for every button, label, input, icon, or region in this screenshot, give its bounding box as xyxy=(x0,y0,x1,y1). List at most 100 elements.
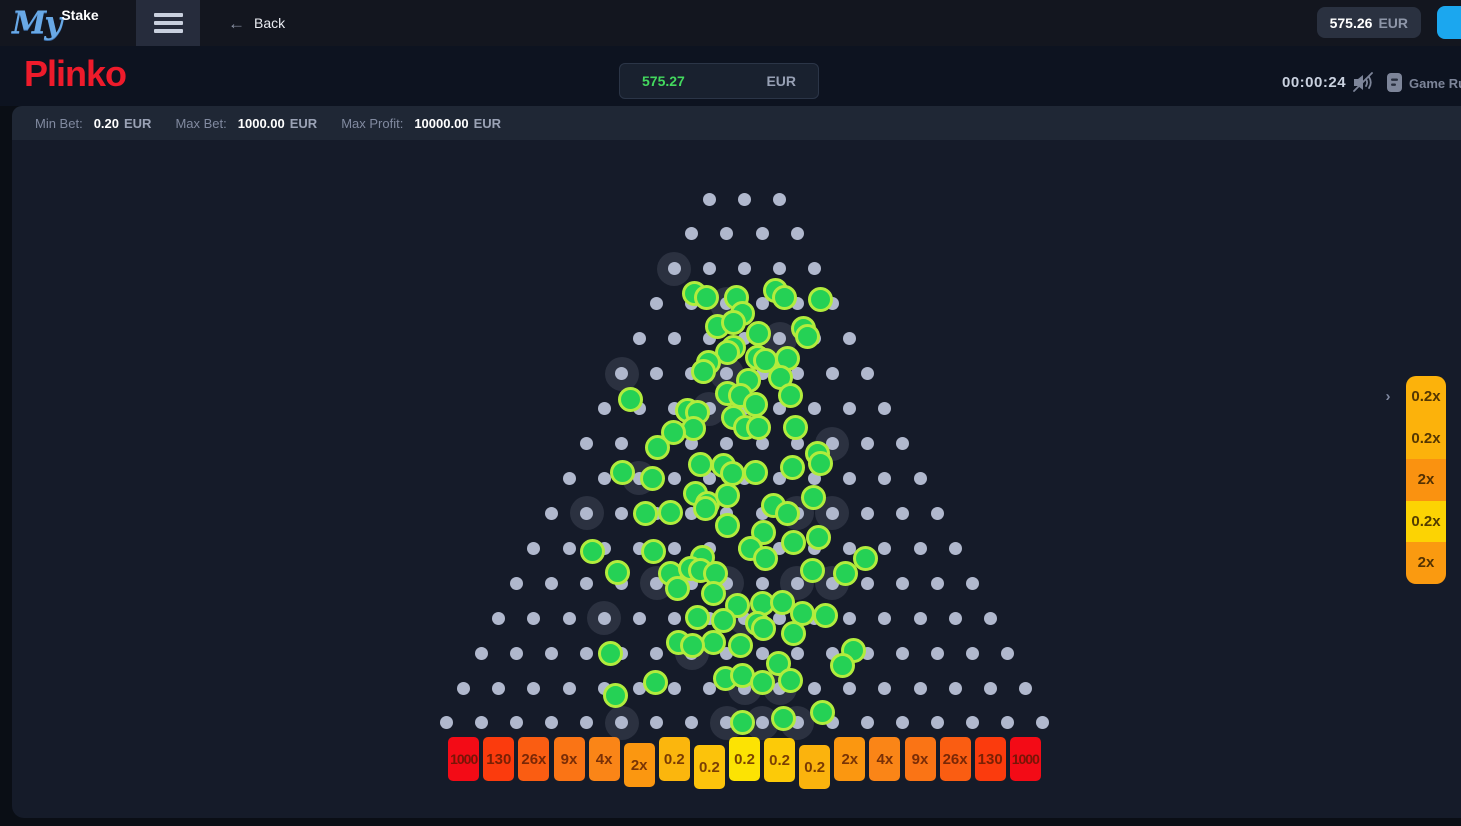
peg xyxy=(633,332,646,345)
deposit-button[interactable] xyxy=(1437,6,1461,39)
peg xyxy=(668,542,681,555)
peg xyxy=(475,716,488,729)
peg xyxy=(1036,716,1049,729)
plinko-ball xyxy=(775,501,800,526)
peg xyxy=(545,507,558,520)
peg xyxy=(878,402,891,415)
multiplier-slot: 4x xyxy=(589,737,620,781)
peg xyxy=(703,262,716,275)
peg xyxy=(966,577,979,590)
plinko-ball xyxy=(778,668,803,693)
peg xyxy=(580,437,593,450)
mystake-logo[interactable]: My Stake xyxy=(12,0,99,46)
peg xyxy=(791,647,804,660)
plinko-ball xyxy=(658,500,683,525)
hamburger-icon xyxy=(154,13,183,17)
peg xyxy=(843,332,856,345)
plinko-ball xyxy=(801,485,826,510)
peg xyxy=(1001,716,1014,729)
multiplier-slot: 9x xyxy=(905,737,936,781)
peg xyxy=(598,612,611,625)
plinko-ball xyxy=(746,321,771,346)
plinko-ball xyxy=(640,466,665,491)
plinko-ball xyxy=(693,496,718,521)
plinko-ball xyxy=(808,451,833,476)
min-bet-currency: EUR xyxy=(124,116,151,131)
logo-my-text: My xyxy=(12,8,60,39)
top-navbar: My Stake ← Back 575.26 EUR xyxy=(0,0,1461,46)
sound-muted-icon[interactable] xyxy=(1352,72,1378,98)
peg xyxy=(843,682,856,695)
peg xyxy=(457,682,470,695)
peg xyxy=(1001,647,1014,660)
max-profit-label: Max Profit: xyxy=(341,116,403,131)
back-button[interactable]: ← Back xyxy=(228,0,285,46)
peg xyxy=(668,612,681,625)
game-balance: 575.27 EUR xyxy=(619,63,819,99)
peg xyxy=(966,716,979,729)
peg xyxy=(510,577,523,590)
wallet-balance-amount: 575.26 xyxy=(1330,15,1373,31)
peg xyxy=(440,716,453,729)
multiplier-slot: 1000 xyxy=(1010,737,1041,781)
peg xyxy=(949,612,962,625)
peg xyxy=(861,507,874,520)
game-rules-link[interactable]: Game Ru xyxy=(1409,76,1461,91)
peg xyxy=(861,577,874,590)
peg xyxy=(914,612,927,625)
plinko-ball xyxy=(830,653,855,678)
peg xyxy=(668,682,681,695)
game-title: Plinko xyxy=(24,53,126,95)
peg xyxy=(843,612,856,625)
plinko-ball xyxy=(720,461,745,486)
peg xyxy=(545,647,558,660)
multiplier-history-panel: 0.2x0.2x2x0.2x2x xyxy=(1406,376,1446,584)
plinko-ball xyxy=(778,383,803,408)
plinko-ball xyxy=(780,455,805,480)
peg xyxy=(703,193,716,206)
min-bet-label: Min Bet: xyxy=(35,116,83,131)
multiplier-slot: 2x xyxy=(624,743,655,787)
peg xyxy=(633,612,646,625)
back-arrow-icon: ← xyxy=(228,15,245,32)
multiplier-slot: 1000 xyxy=(448,737,479,781)
plinko-ball xyxy=(810,700,835,725)
plinko-ball xyxy=(633,501,658,526)
peg xyxy=(931,647,944,660)
multiplier-slot: 0.2 xyxy=(694,745,725,789)
plinko-ball xyxy=(743,392,768,417)
plinko-ball xyxy=(645,435,670,460)
wallet-balance[interactable]: 575.26 EUR xyxy=(1317,7,1421,38)
menu-button[interactable] xyxy=(136,0,200,46)
peg xyxy=(668,472,681,485)
plinko-ball xyxy=(783,415,808,440)
plinko-page: My Stake ← Back 575.26 EUR Plinko 575.27… xyxy=(0,0,1461,826)
peg xyxy=(878,612,891,625)
plinko-ball xyxy=(715,483,740,508)
peg xyxy=(650,647,663,660)
peg xyxy=(668,332,681,345)
peg xyxy=(984,682,997,695)
peg xyxy=(826,367,839,380)
multiplier-slot: 26x xyxy=(518,737,549,781)
plinko-ball xyxy=(688,452,713,477)
history-multiplier: 0.2x xyxy=(1406,376,1446,418)
peg xyxy=(791,577,804,590)
plinko-ball xyxy=(598,641,623,666)
plinko-ball xyxy=(730,710,755,735)
plinko-ball xyxy=(795,324,820,349)
peg xyxy=(773,193,786,206)
peg xyxy=(949,542,962,555)
peg xyxy=(615,507,628,520)
history-expand-chevron[interactable]: › xyxy=(1380,387,1396,405)
plinko-ball xyxy=(643,670,668,695)
plinko-ball xyxy=(618,387,643,412)
peg xyxy=(685,227,698,240)
multiplier-slot: 9x xyxy=(554,737,585,781)
peg xyxy=(861,367,874,380)
peg xyxy=(756,577,769,590)
plinko-ball xyxy=(715,513,740,538)
game-rules-icon[interactable] xyxy=(1387,73,1402,97)
plinko-board: 100013026x9x4x2x0.20.20.20.20.22x4x9x26x… xyxy=(12,140,1461,818)
peg xyxy=(738,262,751,275)
